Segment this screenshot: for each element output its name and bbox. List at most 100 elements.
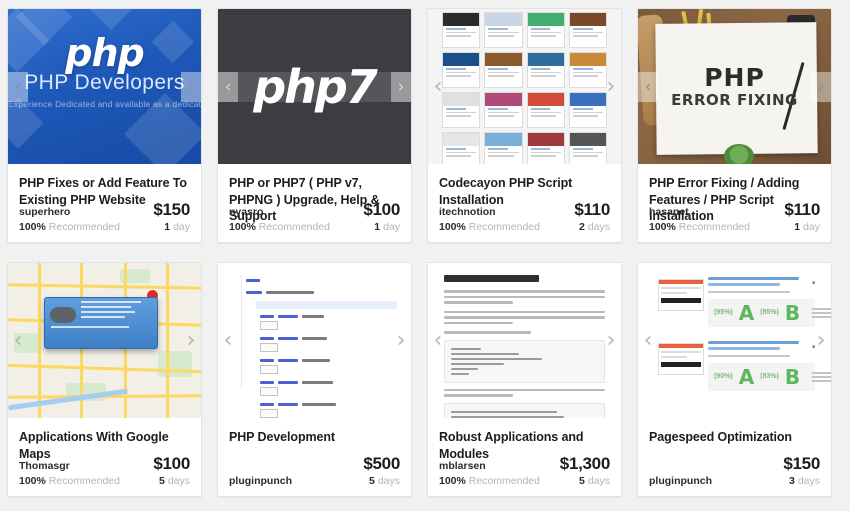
card-meta: itechnotion $110 100% Recommended 2 days — [439, 201, 610, 233]
pagespeed-pct: (90%) — [714, 373, 733, 380]
delivery-count: 1 — [164, 221, 170, 233]
carousel-prev-button[interactable]: ‹ — [218, 72, 238, 102]
card-thumbnail[interactable]: php7 ‹ › — [218, 9, 411, 164]
seller-name[interactable]: pluginpunch — [649, 475, 712, 487]
thumb-desk-photo: PHP ERROR FIXING — [638, 9, 831, 164]
carousel-prev-button[interactable]: ‹ — [638, 72, 658, 102]
card-body: Robust Applications and Modules mblarsen… — [428, 418, 621, 496]
card-price: $500 — [363, 455, 400, 472]
seller-name[interactable]: itechnotion — [439, 206, 496, 218]
carousel-next-button[interactable]: › — [811, 72, 831, 102]
service-card[interactable]: ■ (95%) A (85%) B ■ (90%) A (83%) B ‹ › … — [637, 262, 832, 497]
carousel-prev-button[interactable]: ‹ — [218, 326, 238, 356]
recommended-percent: 100% — [19, 221, 46, 233]
delivery-count: 3 — [789, 475, 795, 487]
carousel-prev-button[interactable]: ‹ — [428, 72, 448, 102]
carousel-next-button[interactable]: › — [601, 72, 621, 102]
meta-row-bottom: pluginpunch 3 days — [649, 475, 820, 487]
weather-popup — [44, 297, 158, 349]
seller-name[interactable]: pluginpunch — [229, 475, 292, 487]
service-card[interactable]: ‹ › PHP Development $500 pluginpunch 5 d… — [217, 262, 412, 497]
yslow-grade: B — [785, 303, 800, 323]
recommended-label: 100% Recommended — [439, 475, 540, 487]
thumb-caption: PHP Developers — [8, 71, 201, 95]
carousel-prev-button[interactable]: ‹ — [428, 326, 448, 356]
delivery-time: 5 days — [369, 475, 400, 487]
service-card[interactable]: PHP ERROR FIXING ‹ › PHP Error Fixing / … — [637, 8, 832, 243]
seller-name[interactable]: nyasro — [229, 206, 263, 218]
service-card[interactable]: ‹ › Applications With Google Maps Thomas… — [7, 262, 202, 497]
thumb-overlay-band — [218, 72, 411, 102]
seller-name[interactable]: mblarsen — [439, 460, 486, 472]
card-thumbnail[interactable]: ‹ › — [8, 263, 201, 418]
delivery-time: 1 day — [164, 221, 190, 233]
service-card-grid: php PHP Developers Experience Dedicated … — [0, 0, 850, 505]
carousel-next-button[interactable]: › — [391, 72, 411, 102]
delivery-count: 5 — [579, 475, 585, 487]
thumb-grid-item — [569, 132, 607, 164]
meta-row-top: Thomasgr $100 — [19, 455, 190, 472]
thumb-codecanyon-grid — [428, 9, 621, 164]
thumb-grid-item — [527, 52, 565, 88]
carousel-next-button[interactable]: › — [601, 326, 621, 356]
delivery-unit: days — [168, 475, 190, 487]
card-title[interactable]: Pagespeed Optimization — [649, 429, 820, 446]
delivery-unit: days — [798, 475, 820, 487]
seller-name[interactable]: hasanet — [649, 206, 689, 218]
thumb-code-editor — [218, 263, 411, 418]
meta-row-top: itechnotion $110 — [439, 201, 610, 218]
carousel-next-button[interactable]: › — [181, 72, 201, 102]
carousel-next-button[interactable]: › — [811, 326, 831, 356]
card-thumbnail[interactable]: PHP ERROR FIXING ‹ › — [638, 9, 831, 164]
service-card[interactable]: php PHP Developers Experience Dedicated … — [7, 8, 202, 243]
meta-row-top: $150 — [649, 455, 820, 472]
thumb-line1: PHP — [638, 63, 831, 92]
site-thumbnail — [658, 343, 704, 375]
delivery-time: 2 days — [579, 221, 610, 233]
card-body: Codecayon PHP Script Installation itechn… — [428, 164, 621, 242]
carousel-next-button[interactable]: › — [391, 326, 411, 356]
recommended-percent: 100% — [439, 475, 466, 487]
pagespeed-grade: A — [739, 303, 754, 323]
card-thumbnail[interactable]: ‹ › — [218, 263, 411, 418]
card-thumbnail[interactable]: ‹ › — [428, 263, 621, 418]
card-title[interactable]: PHP Development — [229, 429, 400, 446]
card-body: PHP or PHP7 ( PHP v7, PHPNG ) Upgrade, H… — [218, 164, 411, 242]
recommended-percent: 100% — [229, 221, 256, 233]
thumb-logo-text: php — [8, 31, 201, 75]
carousel-prev-button[interactable]: ‹ — [638, 326, 658, 356]
delivery-unit: days — [378, 475, 400, 487]
recommended-label: 100% Recommended — [439, 221, 540, 233]
carousel-prev-button[interactable]: ‹ — [8, 326, 28, 356]
meta-row-top: superhero $150 — [19, 201, 190, 218]
delivery-unit: days — [588, 221, 610, 233]
meta-row-top: hasanet $110 — [649, 201, 820, 218]
meta-row-bottom: 100% Recommended 1 day — [229, 221, 400, 233]
carousel-prev-button[interactable]: ‹ — [8, 72, 28, 102]
meta-row-bottom: 100% Recommended 1 day — [19, 221, 190, 233]
card-body: PHP Fixes or Add Feature To Existing PHP… — [8, 164, 201, 242]
service-card[interactable]: php7 ‹ › PHP or PHP7 ( PHP v7, PHPNG ) U… — [217, 8, 412, 243]
card-price: $150 — [783, 455, 820, 472]
performance-report-block: ■ (95%) A (85%) B — [658, 277, 815, 327]
recommended-percent: 100% — [439, 221, 466, 233]
card-meta: nyasro $100 100% Recommended 1 day — [229, 201, 400, 233]
service-card[interactable]: ‹ › Robust Applications and Modules mbla… — [427, 262, 622, 497]
card-price: $1,300 — [560, 455, 610, 472]
card-thumbnail[interactable]: ■ (95%) A (85%) B ■ (90%) A (83%) B ‹ › — [638, 263, 831, 418]
meta-row-bottom: 100% Recommended 5 days — [439, 475, 610, 487]
seller-name[interactable]: superhero — [19, 206, 70, 218]
card-thumbnail[interactable]: php PHP Developers Experience Dedicated … — [8, 9, 201, 164]
card-meta: hasanet $110 100% Recommended 1 day — [649, 201, 820, 233]
pagespeed-pct: (95%) — [714, 309, 733, 316]
seller-name[interactable]: Thomasgr — [19, 460, 70, 472]
card-thumbnail[interactable]: ‹ › — [428, 9, 621, 164]
recommended-label: 100% Recommended — [19, 221, 120, 233]
readme-heading — [444, 275, 539, 282]
delivery-count: 5 — [369, 475, 375, 487]
delivery-count: 5 — [159, 475, 165, 487]
card-meta: superhero $150 100% Recommended 1 day — [19, 201, 190, 233]
carousel-next-button[interactable]: › — [181, 326, 201, 356]
delivery-time: 1 day — [374, 221, 400, 233]
service-card[interactable]: ‹ › Codecayon PHP Script Installation it… — [427, 8, 622, 243]
